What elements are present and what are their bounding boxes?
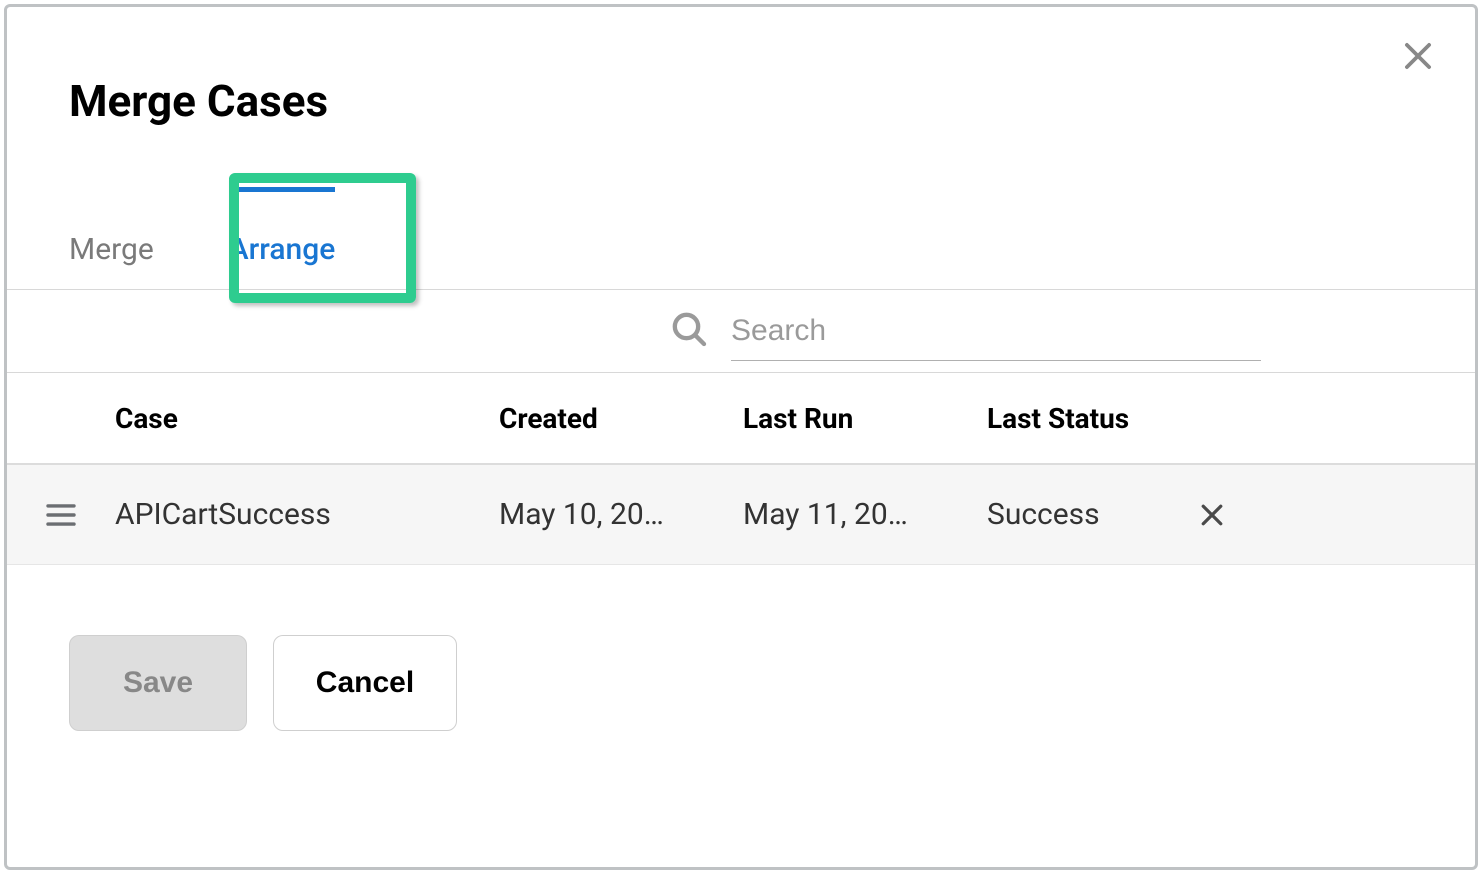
table-row[interactable]: APICartSuccess May 10, 20… May 11, 20… S… bbox=[7, 465, 1475, 565]
header-last-run[interactable]: Last Run bbox=[743, 402, 987, 435]
close-icon bbox=[1197, 500, 1227, 530]
cases-table: Case Created Last Run Last Status APICar… bbox=[7, 373, 1475, 565]
cell-created: May 10, 20… bbox=[499, 497, 743, 532]
header-case[interactable]: Case bbox=[115, 402, 499, 435]
close-dialog-button[interactable] bbox=[1399, 37, 1437, 79]
remove-row-button[interactable] bbox=[1197, 500, 1297, 530]
cell-status: Success bbox=[987, 497, 1197, 532]
table-header-row: Case Created Last Run Last Status bbox=[7, 373, 1475, 465]
close-icon bbox=[1399, 37, 1437, 75]
tab-merge[interactable]: Merge bbox=[69, 187, 154, 289]
drag-icon bbox=[45, 502, 77, 528]
header-created[interactable]: Created bbox=[499, 402, 743, 435]
header-last-status[interactable]: Last Status bbox=[987, 402, 1197, 435]
save-button[interactable]: Save bbox=[69, 635, 247, 731]
search-bar bbox=[7, 289, 1475, 373]
tab-arrange[interactable]: Arrange bbox=[229, 187, 336, 289]
drag-handle[interactable] bbox=[7, 502, 115, 528]
cell-last-run: May 11, 20… bbox=[743, 497, 987, 532]
cell-case: APICartSuccess bbox=[115, 497, 499, 532]
dialog-footer: Save Cancel bbox=[7, 565, 1475, 731]
cancel-button[interactable]: Cancel bbox=[273, 635, 457, 731]
search-input[interactable] bbox=[731, 301, 1261, 361]
dialog-title: Merge Cases bbox=[7, 7, 1475, 127]
merge-cases-dialog: Merge Cases Merge Arrange Case Created L… bbox=[4, 4, 1478, 870]
tabs-container: Merge Arrange bbox=[7, 127, 1475, 289]
search-icon bbox=[669, 309, 709, 353]
